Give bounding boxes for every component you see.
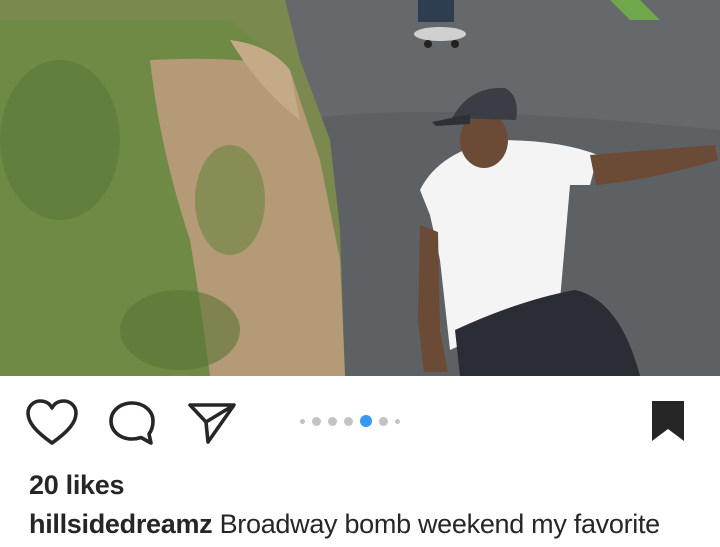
caption-username[interactable]: hillsidedreamz: [29, 509, 213, 539]
carousel-dot-active: [360, 415, 372, 427]
carousel-dot: [300, 418, 305, 424]
carousel-dot: [395, 418, 400, 424]
bookmark-icon[interactable]: [649, 398, 687, 444]
likes-count[interactable]: 20 likes: [29, 470, 124, 501]
carousel-dot: [379, 416, 388, 426]
post-caption: hillsidedreamz Broadway bomb weekend my …: [29, 509, 660, 540]
carousel-dot: [312, 416, 321, 426]
carousel-indicator: [300, 414, 400, 428]
heart-icon[interactable]: [25, 398, 79, 448]
caption-text: Broadway bomb weekend my favorite: [219, 509, 661, 539]
comment-icon[interactable]: [106, 399, 158, 447]
skatepark-scene: [0, 0, 720, 376]
carousel-dot: [344, 416, 353, 426]
send-icon[interactable]: [186, 400, 238, 446]
post-photo[interactable]: [0, 0, 720, 376]
carousel-dot: [328, 416, 337, 426]
